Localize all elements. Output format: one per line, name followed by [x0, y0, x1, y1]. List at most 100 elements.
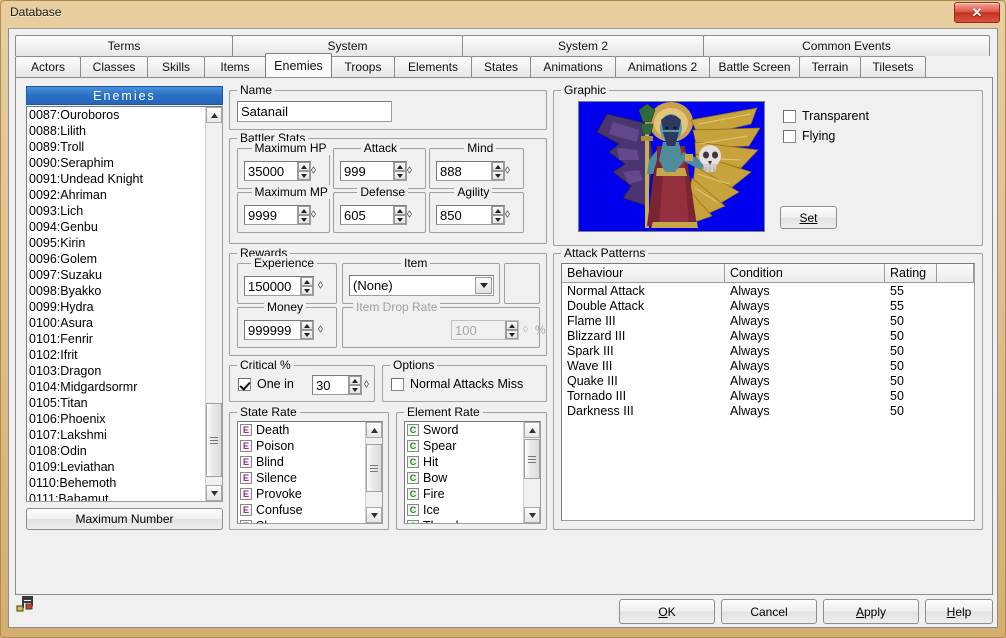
- list-item[interactable]: CIce: [405, 502, 523, 518]
- tab-skills[interactable]: Skills: [147, 56, 205, 77]
- stat-spinner[interactable]: [393, 162, 406, 180]
- spin-up-icon[interactable]: [492, 206, 504, 215]
- attack-patterns-rows[interactable]: Normal AttackAlways55Double AttackAlways…: [562, 283, 974, 418]
- attack-patterns-grid[interactable]: BehaviourConditionRating Normal AttackAl…: [561, 263, 975, 521]
- spin-up-icon[interactable]: [394, 162, 406, 171]
- tab-actors[interactable]: Actors: [15, 56, 81, 77]
- ok-button[interactable]: OK: [619, 599, 715, 624]
- transparent-checkbox[interactable]: Transparent: [783, 109, 869, 123]
- stat-spinner[interactable]: [297, 206, 310, 224]
- tab-elements[interactable]: Elements: [394, 56, 472, 77]
- table-row[interactable]: Tornado IIIAlways50: [562, 388, 974, 403]
- table-row[interactable]: Wave IIIAlways50: [562, 358, 974, 373]
- list-item[interactable]: CFire: [405, 486, 523, 502]
- column-header[interactable]: Condition: [725, 264, 885, 283]
- tab-items[interactable]: Items: [204, 56, 266, 77]
- stat-input-attack[interactable]: 999: [340, 161, 407, 181]
- column-header[interactable]: Rating: [885, 264, 937, 283]
- normal-attacks-miss-checkbox[interactable]: Normal Attacks Miss: [391, 377, 523, 391]
- scroll-up-icon[interactable]: [206, 107, 222, 123]
- close-button[interactable]: ✕: [954, 2, 1000, 23]
- list-item[interactable]: 0104:Midgardsormr: [27, 379, 205, 395]
- stat-spinner[interactable]: [491, 206, 504, 224]
- chevron-down-icon[interactable]: [475, 277, 492, 294]
- scroll-up-icon[interactable]: [366, 422, 382, 438]
- list-item[interactable]: EConfuse: [238, 502, 365, 518]
- enemy-list-scrollbar[interactable]: [205, 107, 222, 501]
- scroll-down-icon[interactable]: [524, 507, 540, 523]
- stat-input-agility[interactable]: 850: [436, 205, 505, 225]
- stat-spinner[interactable]: [297, 162, 310, 180]
- tab-animations[interactable]: Animations: [530, 56, 616, 77]
- cancel-button[interactable]: Cancel: [721, 599, 817, 624]
- list-item[interactable]: 0091:Undead Knight: [27, 171, 205, 187]
- list-item[interactable]: 0095:Kirin: [27, 235, 205, 251]
- state-rate-items[interactable]: EDeathEPoisonEBlindESilenceEProvokeEConf…: [238, 422, 365, 523]
- table-row[interactable]: Double AttackAlways55: [562, 298, 974, 313]
- table-row[interactable]: Flame IIIAlways50: [562, 313, 974, 328]
- table-row[interactable]: Quake IIIAlways50: [562, 373, 974, 388]
- tab-enemies[interactable]: Enemies: [265, 53, 332, 77]
- list-item[interactable]: 0089:Troll: [27, 139, 205, 155]
- spin-down-icon[interactable]: [349, 385, 361, 394]
- stat-input-maximum-hp[interactable]: 35000: [244, 161, 311, 181]
- enemy-listbox[interactable]: 0087:Ouroboros0088:Lilith0089:Troll0090:…: [26, 106, 223, 502]
- scrollbar-thumb[interactable]: [524, 439, 540, 479]
- experience-spinner[interactable]: [300, 277, 313, 295]
- spin-up-icon[interactable]: [301, 321, 313, 330]
- scrollbar-thumb[interactable]: [366, 444, 382, 492]
- name-input[interactable]: Satanail: [237, 101, 392, 122]
- list-item[interactable]: 0092:Ahriman: [27, 187, 205, 203]
- stat-spinner[interactable]: [393, 206, 406, 224]
- list-item[interactable]: EPoison: [238, 438, 365, 454]
- spin-down-icon[interactable]: [394, 215, 406, 224]
- money-input[interactable]: 999999: [244, 320, 314, 340]
- table-row[interactable]: Darkness IIIAlways50: [562, 403, 974, 418]
- tab-common-events[interactable]: Common Events: [703, 35, 990, 56]
- list-item[interactable]: EProvoke: [238, 486, 365, 502]
- stat-spinner[interactable]: [491, 162, 504, 180]
- scrollbar-thumb[interactable]: [206, 403, 222, 477]
- list-item[interactable]: CBow: [405, 470, 523, 486]
- critical-value-input[interactable]: 30: [312, 375, 362, 395]
- stat-input-maximum-mp[interactable]: 9999: [244, 205, 311, 225]
- spin-down-icon[interactable]: [298, 215, 310, 224]
- tab-troops[interactable]: Troops: [331, 56, 395, 77]
- critical-enabled-checkbox[interactable]: One in: [238, 377, 294, 391]
- list-item[interactable]: 0088:Lilith: [27, 123, 205, 139]
- list-item[interactable]: 0103:Dragon: [27, 363, 205, 379]
- apply-button[interactable]: Apply: [823, 599, 919, 624]
- element-rate-listbox[interactable]: CSwordCSpearCHitCBowCFireCIceCThunderCWa…: [404, 421, 541, 524]
- list-item[interactable]: ESilence: [238, 470, 365, 486]
- spin-down-icon[interactable]: [301, 330, 313, 339]
- flying-checkbox[interactable]: Flying: [783, 129, 835, 143]
- list-item[interactable]: 0096:Golem: [27, 251, 205, 267]
- stat-input-defense[interactable]: 605: [340, 205, 407, 225]
- spin-down-icon[interactable]: [492, 171, 504, 180]
- list-item[interactable]: 0110:Behemoth: [27, 475, 205, 491]
- list-item[interactable]: 0093:Lich: [27, 203, 205, 219]
- list-item[interactable]: 0108:Odin: [27, 443, 205, 459]
- table-row[interactable]: Normal AttackAlways55: [562, 283, 974, 298]
- list-item[interactable]: ESleep: [238, 518, 365, 523]
- spin-up-icon[interactable]: [298, 206, 310, 215]
- list-item[interactable]: 0109:Leviathan: [27, 459, 205, 475]
- list-item[interactable]: 0099:Hydra: [27, 299, 205, 315]
- spin-up-icon[interactable]: [492, 162, 504, 171]
- list-item[interactable]: EBlind: [238, 454, 365, 470]
- set-graphic-button[interactable]: Set: [780, 206, 837, 229]
- list-item[interactable]: 0100:Asura: [27, 315, 205, 331]
- tab-tilesets[interactable]: Tilesets: [860, 56, 926, 77]
- maximum-number-button[interactable]: Maximum Number: [26, 508, 223, 530]
- scroll-down-icon[interactable]: [206, 485, 222, 501]
- spin-down-icon[interactable]: [492, 215, 504, 224]
- spin-up-icon[interactable]: [394, 206, 406, 215]
- help-button[interactable]: Help: [925, 599, 993, 624]
- list-item[interactable]: 0087:Ouroboros: [27, 107, 205, 123]
- list-item[interactable]: 0090:Seraphim: [27, 155, 205, 171]
- tab-terrain[interactable]: Terrain: [799, 56, 861, 77]
- critical-spinner[interactable]: [348, 376, 361, 394]
- list-item[interactable]: CThunder: [405, 518, 523, 523]
- state-rate-scrollbar[interactable]: [365, 422, 382, 523]
- battler-graphic-preview[interactable]: [578, 101, 765, 232]
